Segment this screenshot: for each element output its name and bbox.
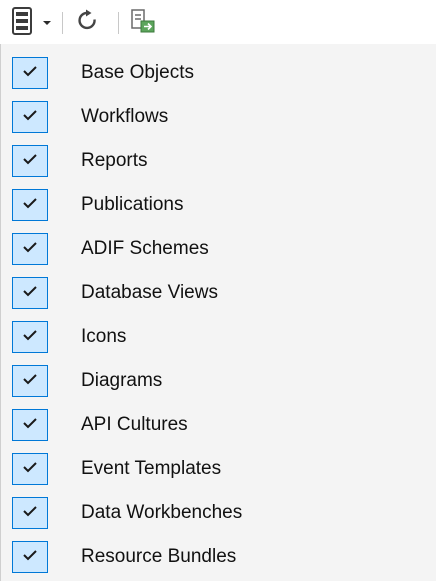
menu-item-label: Icons	[81, 326, 127, 347]
menu-item-label: Publications	[81, 194, 184, 215]
menu-item-label: ADIF Schemes	[81, 238, 209, 259]
checkmark-icon	[22, 548, 38, 566]
menu-item-label: Workflows	[81, 106, 169, 127]
checkbox[interactable]	[12, 233, 48, 265]
menu-item-reports[interactable]: Reports	[1, 139, 436, 183]
export-button[interactable]	[126, 8, 160, 38]
checkmark-icon	[22, 416, 38, 434]
checkbox[interactable]	[12, 189, 48, 221]
checkbox[interactable]	[12, 57, 48, 89]
menu-item-data-workbenches[interactable]: Data Workbenches	[1, 491, 436, 535]
checkbox[interactable]	[12, 277, 48, 309]
checkbox[interactable]	[12, 101, 48, 133]
checkmark-icon	[22, 108, 38, 126]
menu-item-base-objects[interactable]: Base Objects	[1, 51, 436, 95]
checkmark-icon	[22, 284, 38, 302]
menu-item-api-cultures[interactable]: API Cultures	[1, 403, 436, 447]
menu-item-event-templates[interactable]: Event Templates	[1, 447, 436, 491]
menu-item-label: Base Objects	[81, 62, 194, 83]
menu-item-diagrams[interactable]: Diagrams	[1, 359, 436, 403]
checkbox[interactable]	[12, 497, 48, 529]
menu-item-icons[interactable]: Icons	[1, 315, 436, 359]
checkmark-icon	[22, 460, 38, 478]
checkbox[interactable]	[12, 409, 48, 441]
object-type-button[interactable]	[8, 6, 36, 40]
checkbox[interactable]	[12, 365, 48, 397]
menu-item-database-views[interactable]: Database Views	[1, 271, 436, 315]
menu-item-label: Resource Bundles	[81, 546, 237, 567]
menu-item-workflows[interactable]: Workflows	[1, 95, 436, 139]
menu-item-label: Database Views	[81, 282, 218, 303]
toolbar-separator	[118, 12, 119, 34]
menu-item-label: API Cultures	[81, 414, 188, 435]
checkmark-icon	[22, 152, 38, 170]
menu-item-label: Data Workbenches	[81, 502, 243, 523]
menu-item-publications[interactable]: Publications	[1, 183, 436, 227]
object-store-icon	[11, 6, 33, 40]
menu-item-adif-schemes[interactable]: ADIF Schemes	[1, 227, 436, 271]
checkbox[interactable]	[12, 321, 48, 353]
menu-item-label: Diagrams	[81, 370, 163, 391]
checkmark-icon	[22, 196, 38, 214]
chevron-down-icon	[42, 14, 52, 32]
toolbar-separator	[62, 12, 63, 34]
checkmark-icon	[22, 504, 38, 522]
checkmark-icon	[22, 372, 38, 390]
checkbox[interactable]	[12, 453, 48, 485]
refresh-icon	[76, 8, 100, 39]
checkbox[interactable]	[12, 541, 48, 573]
checkmark-icon	[22, 64, 38, 82]
object-type-dropdown-button[interactable]	[38, 8, 56, 38]
checkbox[interactable]	[12, 145, 48, 177]
menu-item-resource-bundles[interactable]: Resource Bundles	[1, 535, 436, 579]
toolbar	[0, 0, 436, 44]
checkmark-icon	[22, 328, 38, 346]
menu-item-label: Event Templates	[81, 458, 222, 479]
refresh-button[interactable]	[68, 8, 108, 38]
menu-item-label: Reports	[81, 150, 148, 171]
object-type-menu: Base Objects Workflows Reports Publicati…	[0, 44, 436, 581]
export-icon	[130, 8, 156, 39]
checkmark-icon	[22, 240, 38, 258]
